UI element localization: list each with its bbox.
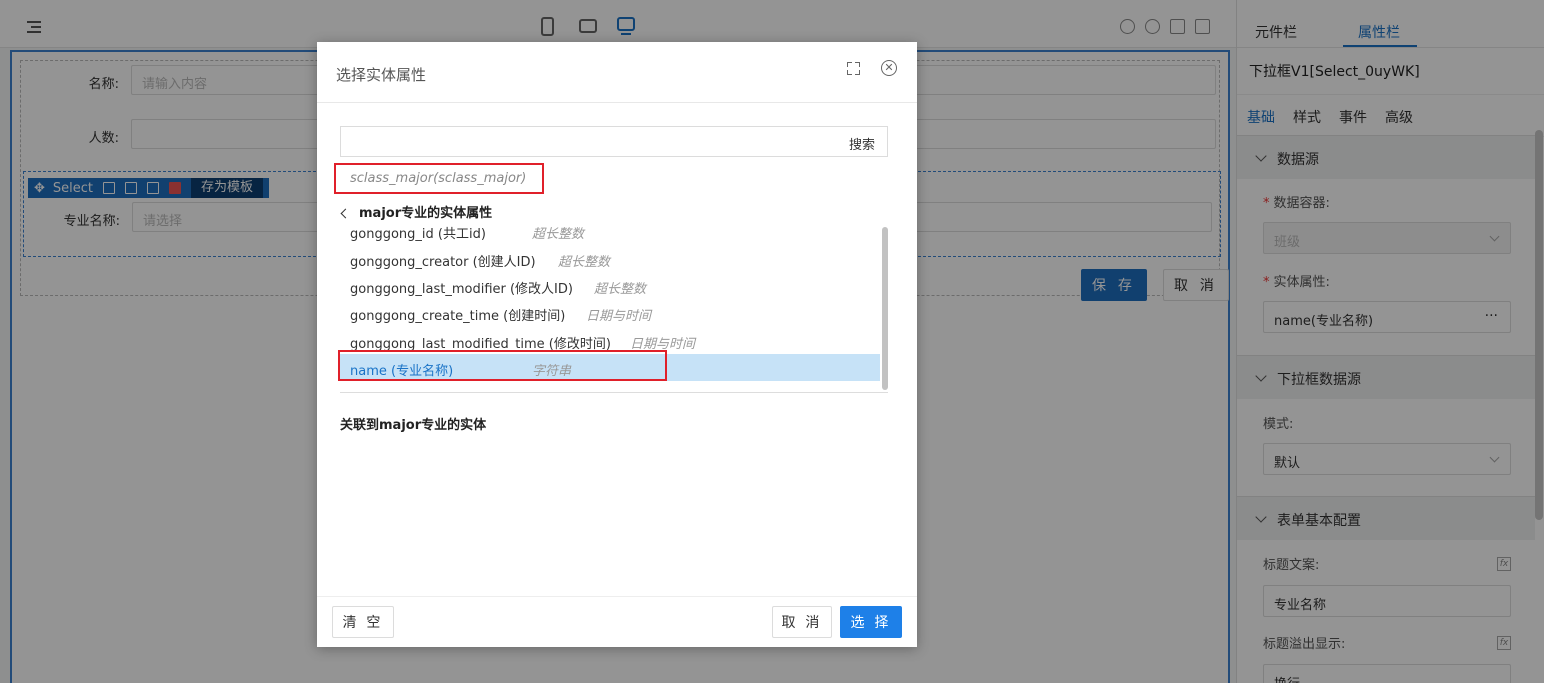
divider bbox=[317, 102, 917, 103]
search-button[interactable]: 搜索 bbox=[849, 134, 875, 153]
close-icon[interactable]: ✕ bbox=[881, 60, 897, 76]
related-entities-heading: 关联到major专业的实体 bbox=[340, 418, 487, 433]
dialog-cancel-button[interactable]: 取 消 bbox=[772, 606, 832, 638]
annotation-box bbox=[338, 350, 667, 381]
breadcrumb[interactable]: sclass_major(sclass_major) bbox=[350, 171, 526, 186]
divider bbox=[340, 392, 888, 393]
maximize-icon[interactable] bbox=[847, 62, 860, 75]
list-item[interactable]: gonggong_create_time (创建时间) 日期与时间 bbox=[340, 299, 880, 326]
dialog-title: 选择实体属性 bbox=[336, 66, 427, 84]
list-item[interactable]: gonggong_last_modifier (修改人ID) 超长整数 bbox=[340, 272, 880, 299]
list-item[interactable]: gonggong_creator (创建人ID) 超长整数 bbox=[340, 245, 880, 272]
select-entity-attr-dialog: 选择实体属性 ✕ 搜索 sclass_major(sclass_major) m… bbox=[317, 42, 917, 647]
list-scrollbar[interactable] bbox=[882, 227, 888, 390]
search-input[interactable]: 搜索 bbox=[340, 126, 888, 157]
clear-button[interactable]: 清 空 bbox=[332, 606, 394, 638]
list-item[interactable]: gonggong_id (共工id) 超长整数 bbox=[340, 217, 880, 244]
choose-button[interactable]: 选 择 bbox=[840, 606, 902, 638]
divider bbox=[317, 596, 917, 597]
